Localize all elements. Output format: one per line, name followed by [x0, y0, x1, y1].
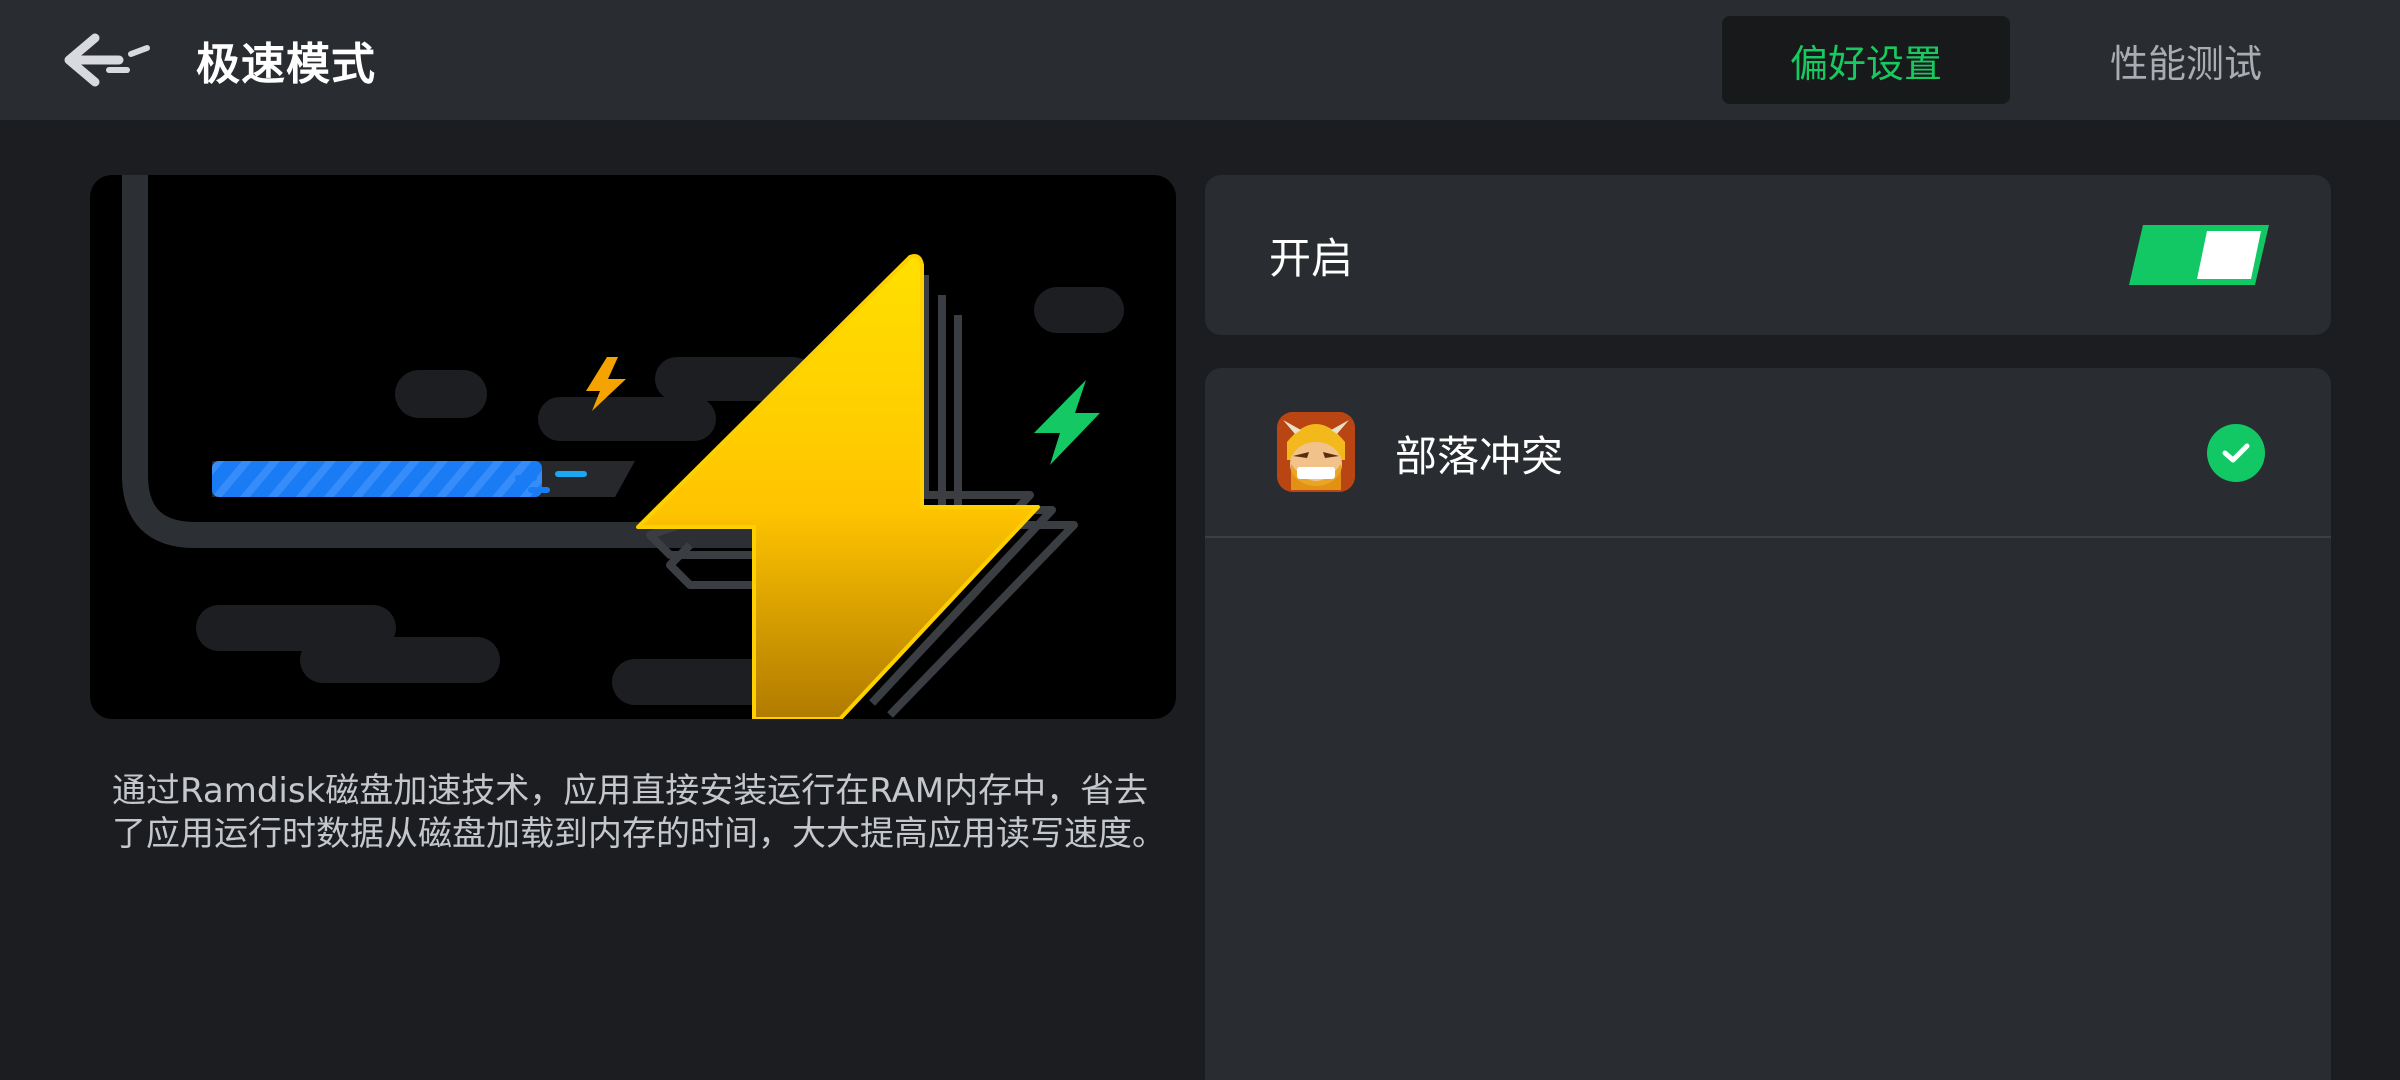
enable-toggle-card: 开启	[1205, 175, 2331, 335]
main-lightning-icon	[636, 254, 1040, 719]
app-list: 部落冲突	[1205, 368, 2331, 1080]
enable-switch[interactable]	[2129, 225, 2269, 285]
list-item[interactable]: 部落冲突	[1205, 368, 2331, 538]
switch-thumb	[2197, 231, 2261, 279]
enable-label: 开启	[1269, 233, 1354, 283]
tab-preferences[interactable]: 偏好设置	[1722, 16, 2010, 104]
speed-mode-description: 通过Ramdisk磁盘加速技术，应用直接安装运行在RAM内存中，省去了应用运行时…	[112, 771, 1166, 854]
clash-of-clans-app-icon	[1277, 412, 1355, 492]
speed-mode-illustration	[90, 175, 1176, 719]
page-title: 极速模式	[196, 39, 376, 90]
tab-performance-test[interactable]: 性能测试	[2040, 16, 2332, 104]
progress-fill	[212, 461, 542, 497]
check-icon	[2222, 443, 2250, 463]
app-name: 部落冲突	[1395, 431, 1564, 481]
back-arrow-icon	[64, 33, 150, 87]
back-button[interactable]	[56, 24, 156, 96]
app-selected-checkbox[interactable]	[2207, 424, 2265, 482]
top-bar: 极速模式 偏好设置 性能测试	[0, 0, 2400, 120]
green-lightning-icon	[1034, 380, 1100, 465]
